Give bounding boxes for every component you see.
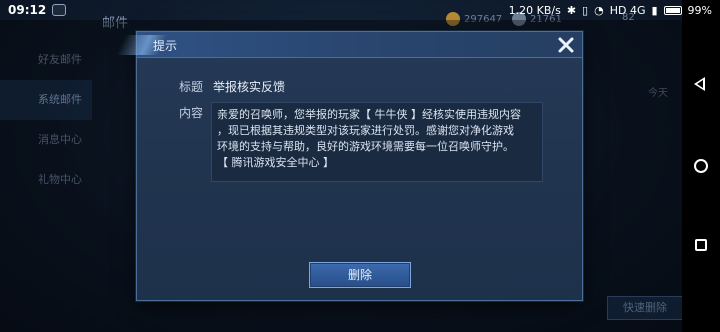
recent-apps-icon[interactable] [695, 239, 707, 251]
vibrate-icon: ▯ [582, 3, 589, 17]
android-nav-bar [682, 0, 720, 332]
network-speed: 1.20 KB/s [508, 3, 561, 17]
battery-icon [663, 5, 682, 15]
notice-dialog: 提示 标题 举报核实反馈 内容 亲爱的召唤师，您举报的玩家【 牛牛侠 】经核实使… [116, 31, 583, 301]
dialog-titlebar: 提示 [116, 32, 582, 58]
content-line-3: 环境的支持与帮助，良好的游戏环境需要每一位召唤师守护。 [217, 140, 514, 153]
content-line-4: 【 腾讯游戏安全中心 】 [217, 156, 334, 169]
network-type: HD 4G [609, 3, 646, 17]
dialog-title: 提示 [153, 39, 178, 53]
wifi-icon: ◔ [594, 3, 604, 17]
content-line-1: 亲爱的召唤师，您举报的玩家【 牛牛侠 】经核实使用违规内容 [217, 108, 521, 121]
content-box: 亲爱的召唤师，您举报的玩家【 牛牛侠 】经核实使用违规内容 ，现已根据其违规类型… [211, 102, 543, 182]
subject-label: 标题 [179, 80, 204, 94]
subject-value: 举报核实反馈 [213, 80, 286, 94]
status-bar: 09:12 1.20 KB/s ✱ ▯ ◔ HD 4G ▮ 99% [0, 0, 720, 20]
home-icon[interactable] [694, 159, 708, 173]
back-icon[interactable] [694, 77, 705, 91]
battery-percent: 99% [687, 3, 712, 17]
content-label: 内容 [179, 106, 204, 120]
notification-icon [52, 4, 67, 16]
delete-button[interactable]: 删除 [309, 262, 411, 288]
bluetooth-icon: ✱ [566, 3, 577, 17]
signal-icon: ▮ [651, 3, 658, 17]
close-icon [558, 37, 574, 53]
status-time: 09:12 [8, 3, 47, 17]
close-button[interactable] [554, 33, 578, 57]
content-line-2: ，现已根据其违规类型对该玩家进行处罚。感谢您对净化游戏 [217, 124, 514, 137]
